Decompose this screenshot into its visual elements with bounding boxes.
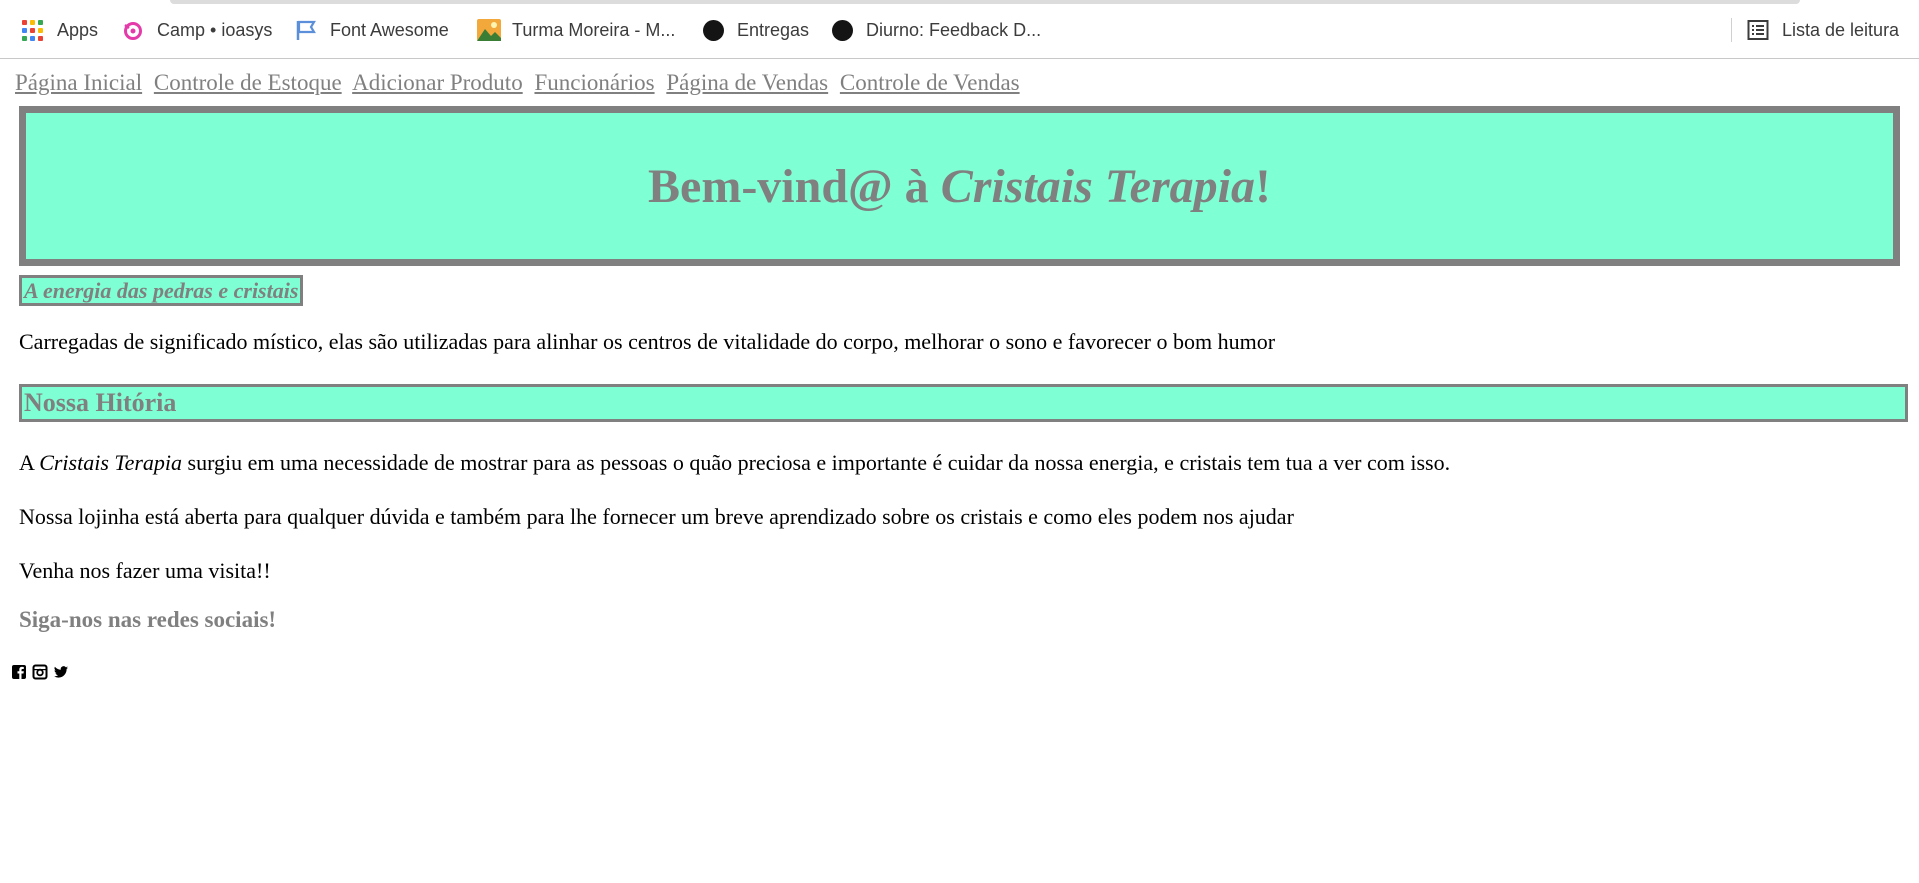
facebook-icon[interactable] (11, 664, 27, 680)
nav-link-adicionar-produto[interactable]: Adicionar Produto (352, 70, 523, 95)
title-prefix: Bem-vind@ à (648, 159, 941, 213)
bookmark-diurno-feedback[interactable]: Diurno: Feedback D... (832, 18, 1041, 42)
bookmark-label: Diurno: Feedback D... (866, 19, 1042, 40)
hero-banner: Bem-vind@ à Cristais Terapia! (19, 106, 1900, 266)
page-title: Bem-vind@ à Cristais Terapia! (648, 159, 1271, 214)
nav-link-controle-de-vendas[interactable]: Controle de Vendas (840, 70, 1020, 95)
bookmarks-separator (1731, 18, 1732, 42)
p1-prefix: A (19, 450, 40, 475)
reading-list-button[interactable]: Lista de leitura (1747, 18, 1899, 42)
history-paragraph-1: A Cristais Terapia surgiu em uma necessi… (19, 450, 1450, 476)
apps-grid-icon (22, 19, 43, 41)
social-links (11, 664, 69, 680)
history-heading: Nossa Hitória (19, 384, 1908, 422)
bookmarks-bar: Apps Camp • ioasys Font Awesome Turma Mo… (0, 0, 1919, 59)
bookmark-turma-moreira[interactable]: Turma Moreira - M... (477, 18, 675, 42)
twitter-icon[interactable] (53, 664, 69, 680)
black-circle-icon (832, 19, 853, 41)
reading-list-icon (1747, 19, 1769, 41)
bookmark-label: Font Awesome (330, 19, 449, 40)
nav-link-pagina-inicial[interactable]: Página Inicial (15, 70, 142, 95)
p1-suffix: surgiu em uma necessidade de mostrar par… (182, 450, 1451, 475)
history-paragraph-3: Venha nos fazer uma visita!! (19, 558, 271, 583)
reading-list-label: Lista de leitura (1782, 19, 1900, 40)
bookmark-label: Turma Moreira - M... (512, 19, 676, 40)
bookmark-apps[interactable]: Apps (22, 18, 98, 42)
p1-brand: Cristais Terapia (39, 450, 183, 475)
intro-paragraph: Carregadas de significado místico, elas … (19, 329, 1276, 354)
address-bar-edge (170, 0, 1800, 4)
bookmark-camp-ioasys[interactable]: Camp • ioasys (122, 18, 272, 42)
main-nav: Página Inicial Controle de Estoque Adici… (15, 70, 1026, 96)
nav-link-pagina-de-vendas[interactable]: Página de Vendas (666, 70, 828, 95)
black-circle-icon (703, 19, 724, 41)
title-brand: Cristais Terapia (940, 159, 1255, 213)
bookmark-label: Camp • ioasys (157, 19, 273, 40)
bookmark-font-awesome[interactable]: Font Awesome (295, 18, 449, 42)
landscape-icon (477, 19, 501, 41)
tagline: A energia das pedras e cristais (19, 275, 304, 306)
title-suffix: ! (1254, 159, 1271, 213)
bookmark-label: Entregas (737, 19, 810, 40)
flag-icon (295, 19, 317, 41)
follow-heading: Siga-nos nas redes sociais! (19, 607, 277, 632)
bookmark-label: Apps (57, 19, 99, 40)
camp-icon (122, 19, 144, 41)
bookmark-entregas[interactable]: Entregas (703, 18, 809, 42)
nav-link-controle-de-estoque[interactable]: Controle de Estoque (154, 70, 342, 95)
instagram-icon[interactable] (32, 664, 48, 680)
nav-link-funcionarios[interactable]: Funcionários (534, 70, 654, 95)
history-paragraph-2: Nossa lojinha está aberta para qualquer … (19, 504, 1294, 529)
